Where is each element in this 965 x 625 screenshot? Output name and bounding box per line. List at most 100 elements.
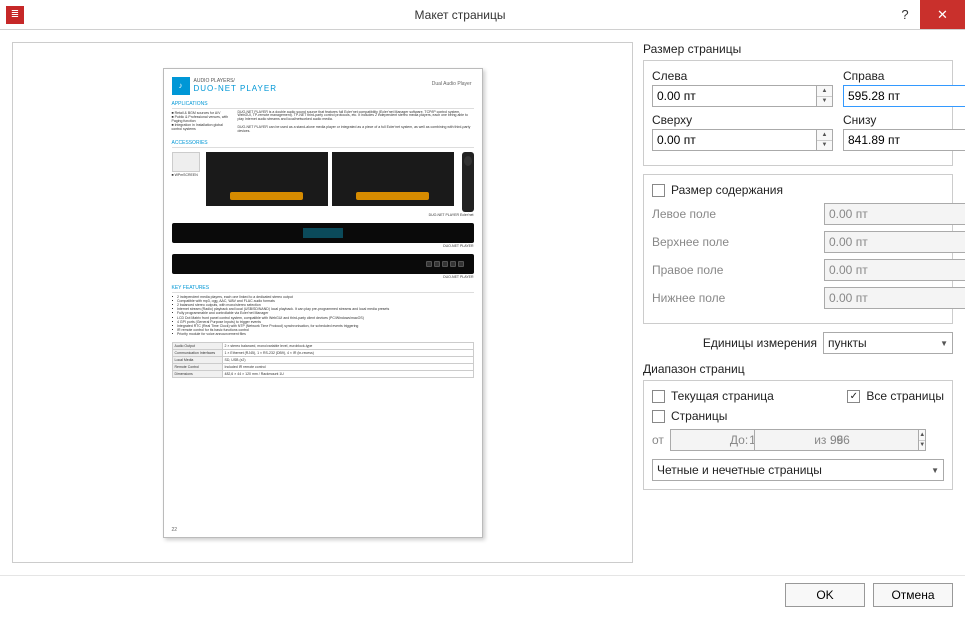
table-cell: Dimensions [172,371,222,378]
caption-1: DUO-NET PLAYER Ecler'net [172,213,474,217]
range-inputs: от ▲▼ До: ▲▼ из : 96 [652,429,944,451]
connector-icon [426,261,432,267]
close-button[interactable]: ✕ [920,0,965,29]
chevron-down-icon: ▼ [931,466,939,475]
top-spinner[interactable]: ▲▼ [652,129,833,151]
right-spinner[interactable]: ▲▼ [843,85,965,107]
preview-title: DUO-NET PLAYER [194,84,278,93]
table-row: Dimensions482,6 × 44 × 120 mm / Rackmoun… [172,371,473,378]
chevron-up-icon: ▲ [919,430,925,441]
units-value: пункты [828,336,867,350]
top-input[interactable] [652,129,817,151]
dialog-footer: OK Отмена [0,575,965,613]
spinner-arrows: ▲▼ [919,429,926,451]
table-cell: Remote Control [172,364,222,371]
ok-button[interactable]: OK [785,583,865,607]
page-range-group: Диапазон страниц Текущая страница ✓ Все … [643,362,953,490]
from-label: от [652,433,664,447]
top-margin-input [824,231,965,253]
bottom-margin-spinner: ▲▼ [824,287,944,309]
spinner-arrows[interactable]: ▲▼ [817,129,833,151]
page-number: 22 [172,527,178,533]
accessories-left: ■ WPmSCREEN [172,152,200,177]
left-margin-label: Левое поле [652,207,716,221]
page-range-title: Диапазон страниц [643,362,953,376]
applications-bullets: ■ Retail & BGM sources for A/V ■ Public … [172,111,232,134]
top-margin-spinner: ▲▼ [824,231,944,253]
table-row: Remote ControlIncluded IR remote control [172,364,473,371]
right-input[interactable] [843,85,965,107]
from-spinner: ▲▼ [670,429,724,451]
table-cell: Included IR remote control [222,364,473,371]
applications-row: ■ Retail & BGM sources for A/V ■ Public … [172,111,474,134]
pages-checkbox[interactable] [652,410,665,423]
screen-thumb [332,152,454,206]
accessory-model: ■ WPmSCREEN [172,173,200,177]
rack-front [172,223,474,243]
chevron-up-icon[interactable]: ▲ [817,86,832,97]
caption-2: DUO-NET PLAYER [172,244,474,248]
spec-table: Audio Output2 × stereo balanced, mono/va… [172,342,474,378]
current-page-label: Текущая страница [671,389,774,403]
left-margin-spinner: ▲▼ [824,203,944,225]
content-size-label: Размер содержания [671,183,783,197]
help-button[interactable]: ? [890,0,920,29]
left-input[interactable] [652,85,817,107]
rack-display [303,228,343,238]
top-label: Сверху [652,113,833,127]
window-controls: ? ✕ [890,0,965,29]
right-label: Справа [843,69,965,83]
page-range-box: Текущая страница ✓ Все страницы Страницы… [643,380,953,490]
bottom-margin-label: Нижнее поле [652,291,725,305]
chevron-up-icon[interactable]: ▲ [817,130,832,141]
table-row: Audio Output2 × stereo balanced, mono/va… [172,343,473,350]
to-label: До: [730,433,748,447]
accessory-thumb [172,152,200,172]
page-size-group: Размер страницы Слева ▲▼ Справа [643,42,953,166]
right-margin-label: Правое поле [652,263,723,277]
of-label: из : 96 [814,433,850,447]
bottom-input[interactable] [843,129,965,151]
section-accessories: ACCESSORIES [172,140,474,148]
table-row: Local MediaSD, USB (x2) [172,357,473,364]
section-applications: APPLICATIONS [172,101,474,109]
right-margin-input [824,259,965,281]
spinner-arrows[interactable]: ▲▼ [817,85,833,107]
accessories-row: ■ WPmSCREEN [172,152,474,212]
preview-page: Dual Audio Player ♪ AUDIO PLAYERS/ DUO-N… [163,68,483,538]
chevron-down-icon[interactable]: ▼ [817,97,832,107]
speaker-icon: ♪ [172,77,190,95]
preview-header: ♪ AUDIO PLAYERS/ DUO-NET PLAYER [172,77,474,95]
current-page-checkbox[interactable] [652,390,665,403]
app-icon: ≣ [6,6,24,24]
connector-icon [450,261,456,267]
screen-thumb [206,152,328,206]
parity-combo[interactable]: Четные и нечетные страницы ▼ [652,459,944,481]
features-list: 2 independent media players, each one li… [172,295,474,337]
page-size-box: Слева ▲▼ Справа ▲▼ [643,60,953,166]
left-spinner[interactable]: ▲▼ [652,85,833,107]
chevron-down-icon: ▼ [919,441,925,451]
pages-label: Страницы [671,409,727,423]
all-pages-label: Все страницы [866,389,944,403]
left-margin-input [824,203,965,225]
table-cell: 2 × stereo balanced, mono/variable level… [222,343,473,350]
bottom-spinner[interactable]: ▲▼ [843,129,965,151]
table-cell: Local Media [172,357,222,364]
feature-item: Priority module for voice announcement f… [172,332,474,336]
preview-pane: Dual Audio Player ♪ AUDIO PLAYERS/ DUO-N… [12,42,633,563]
units-combo[interactable]: пункты ▼ [823,332,953,354]
titlebar: ≣ Макет страницы ? ✕ [0,0,965,30]
content-size-checkbox[interactable] [652,184,665,197]
table-cell: SD, USB (x2) [222,357,473,364]
cancel-button[interactable]: Отмена [873,583,953,607]
left-label: Слева [652,69,833,83]
table-cell: 482,6 × 44 × 120 mm / Rackmount 1U [222,371,473,378]
content-size-box: Размер содержания Левое поле ▲▼ Верхнее … [643,174,953,324]
bottom-label: Снизу [843,113,965,127]
accessory-screens [206,152,454,206]
all-pages-checkbox[interactable]: ✓ [847,390,860,403]
chevron-down-icon[interactable]: ▼ [817,141,832,151]
chevron-down-icon: ▼ [940,339,948,348]
parity-value: Четные и нечетные страницы [657,463,822,477]
